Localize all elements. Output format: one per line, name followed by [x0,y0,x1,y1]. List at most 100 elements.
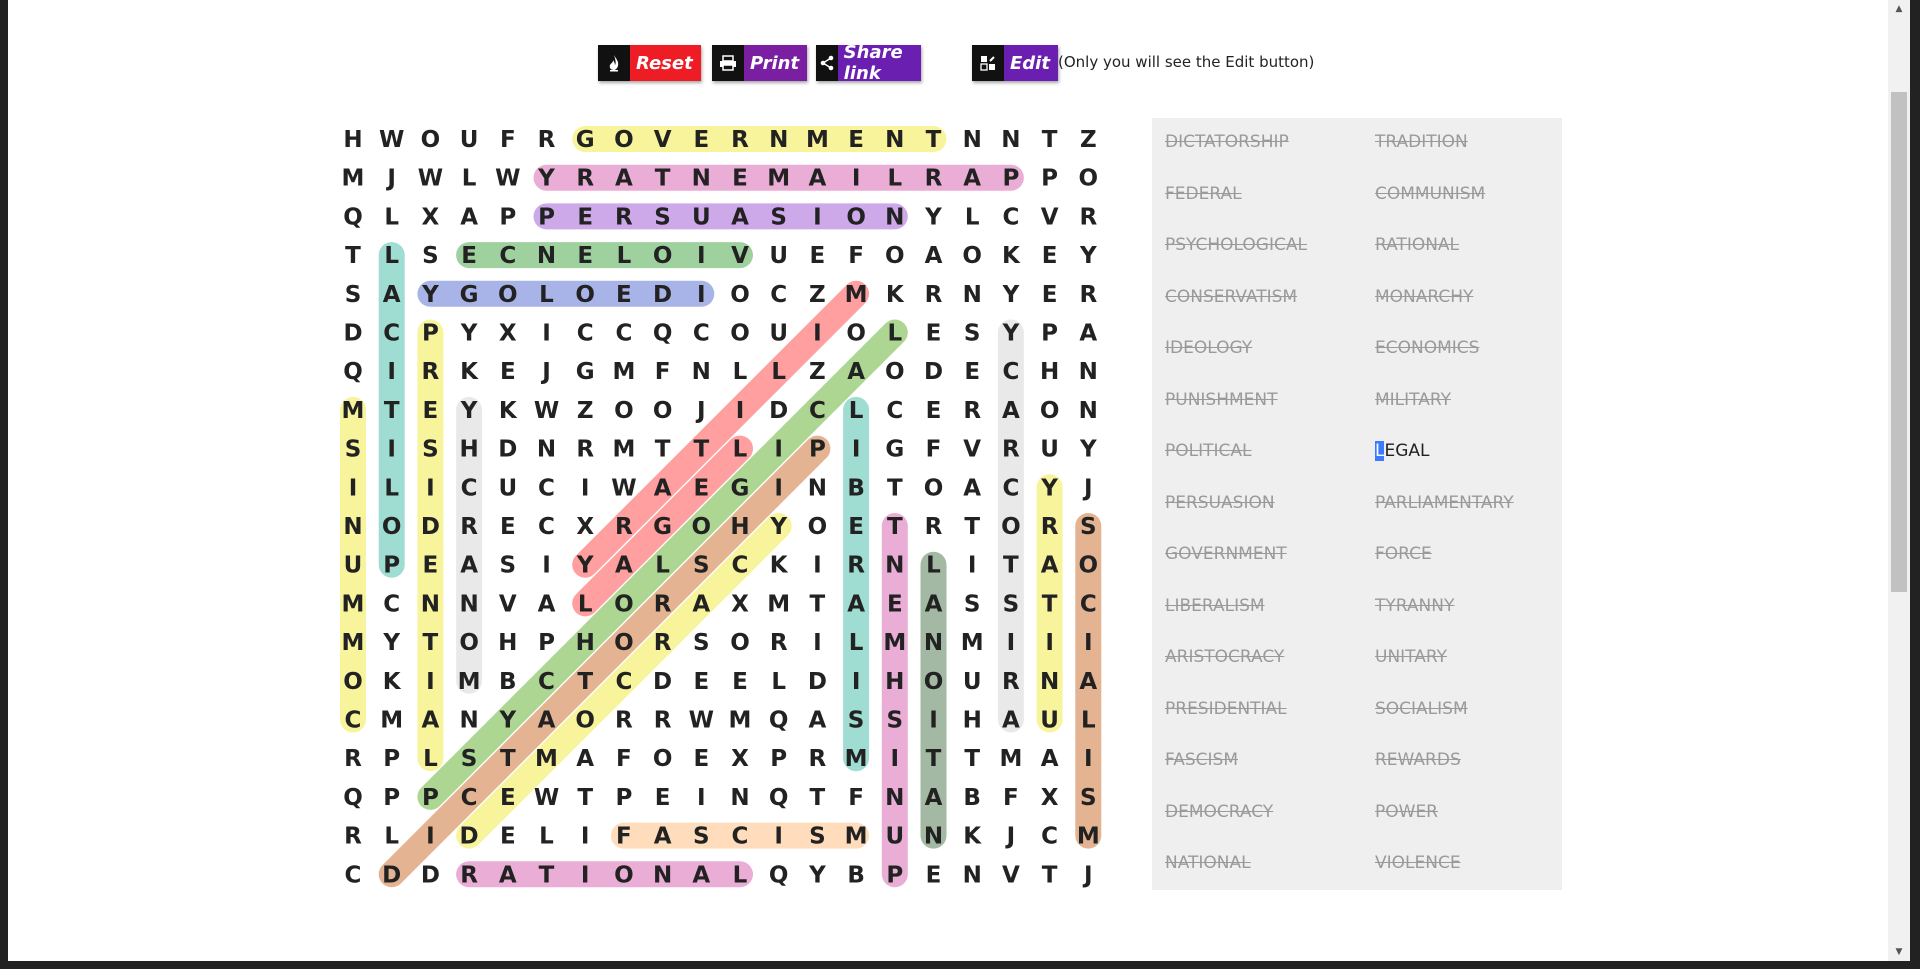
grid-letter[interactable]: E [500,785,516,811]
word-list-item[interactable]: MONARCHY [1375,287,1473,307]
grid-letter[interactable]: N [459,708,478,734]
word-list-item[interactable]: FORCE [1375,544,1432,564]
word-list-item[interactable]: REWARDS [1375,750,1461,770]
grid-letter[interactable]: H [459,437,478,463]
grid-letter[interactable]: A [576,746,594,772]
grid-letter[interactable]: C [732,824,749,850]
grid-letter[interactable]: Y [382,630,400,656]
word-list-item[interactable]: GOVERNMENT [1165,544,1287,564]
grid-letter[interactable]: U [1040,437,1059,463]
grid-letter[interactable]: X [1041,785,1059,811]
grid-letter[interactable]: C [577,321,594,347]
grid-letter[interactable]: T [887,475,903,501]
grid-letter[interactable]: J [385,166,396,192]
grid-letter[interactable]: S [770,204,787,230]
grid-letter[interactable]: E [732,166,748,192]
grid-letter[interactable]: H [730,514,749,540]
grid-letter[interactable]: I [736,398,745,424]
grid-letter[interactable]: J [1082,475,1093,501]
grid-letter[interactable]: L [539,282,554,308]
grid-letter[interactable]: T [887,514,903,540]
grid-letter[interactable]: L [965,204,980,230]
grid-letter[interactable]: W [418,166,443,192]
grid-letter[interactable]: N [343,514,362,540]
grid-letter[interactable]: M [535,746,558,772]
grid-letter[interactable]: V [654,127,672,153]
grid-letter[interactable]: P [383,746,400,772]
grid-letter[interactable]: A [538,591,556,617]
grid-letter[interactable]: E [693,746,709,772]
grid-letter[interactable]: E [887,591,903,617]
grid-letter[interactable]: E [848,514,864,540]
grid-letter[interactable]: C [461,475,478,501]
grid-letter[interactable]: O [614,591,634,617]
grid-letter[interactable]: N [1040,669,1059,695]
grid-letter[interactable]: N [769,127,788,153]
word-list-item[interactable]: FASCISM [1165,750,1238,770]
grid-letter[interactable]: A [615,166,633,192]
grid-letter[interactable]: I [426,475,435,501]
grid-letter[interactable]: M [612,359,635,385]
grid-letter[interactable]: Y [769,514,787,540]
grid-letter[interactable]: T [1042,127,1058,153]
grid-letter[interactable]: A [847,359,865,385]
grid-letter[interactable]: R [654,708,672,734]
grid-letter[interactable]: K [1002,243,1021,269]
word-list-item[interactable]: ECONOMICS [1375,338,1479,358]
grid-letter[interactable]: C [383,591,400,617]
grid-letter[interactable]: R [344,824,362,850]
grid-letter[interactable]: P [615,785,632,811]
grid-letter[interactable]: O [498,282,518,308]
grid-letter[interactable]: R [422,359,440,385]
grid-letter[interactable]: I [774,824,783,850]
grid-letter[interactable]: R [615,204,633,230]
grid-letter[interactable]: S [345,437,362,463]
grid-letter[interactable]: S [1080,785,1097,811]
grid-letter[interactable]: Q [769,708,789,734]
grid-letter[interactable]: O [730,321,750,347]
grid-letter[interactable]: R [1079,282,1097,308]
grid-letter[interactable]: J [540,359,551,385]
grid-letter[interactable]: R [925,166,943,192]
grid-letter[interactable]: E [926,321,942,347]
grid-letter[interactable]: C [1002,359,1019,385]
grid-letter[interactable]: I [891,746,900,772]
grid-letter[interactable]: N [885,127,904,153]
grid-letter[interactable]: E [423,553,439,579]
grid-letter[interactable]: C [615,669,632,695]
word-list-item[interactable]: POLITICAL [1165,441,1252,461]
word-list-item[interactable]: MILITARY [1375,390,1451,410]
grid-letter[interactable]: L [849,398,864,424]
word-list-item[interactable]: COMMUNISM [1375,184,1485,204]
grid-letter[interactable]: D [498,437,517,463]
grid-letter[interactable]: P [422,785,439,811]
grid-letter[interactable]: L [617,243,632,269]
grid-letter[interactable]: S [422,243,439,269]
grid-letter[interactable]: G [576,359,595,385]
grid-letter[interactable]: I [387,437,396,463]
grid-letter[interactable]: G [885,437,904,463]
grid-letter[interactable]: C [693,321,710,347]
grid-letter[interactable]: M [845,824,868,850]
grid-letter[interactable]: T [345,243,361,269]
grid-letter[interactable]: D [653,669,672,695]
grid-letter[interactable]: I [1084,630,1093,656]
grid-letter[interactable]: Q [769,862,789,888]
grid-letter[interactable]: I [426,669,435,695]
grid-letter[interactable]: J [695,398,706,424]
grid-letter[interactable]: I [581,475,590,501]
grid-letter[interactable]: T [926,127,942,153]
grid-letter[interactable]: G [460,282,479,308]
grid-letter[interactable]: P [1041,166,1058,192]
grid-letter[interactable]: I [813,204,822,230]
grid-letter[interactable]: A [1079,321,1097,347]
grid-letter[interactable]: V [963,437,981,463]
grid-letter[interactable]: U [1040,708,1059,734]
grid-letter[interactable]: E [732,669,748,695]
grid-letter[interactable]: O [1079,553,1099,579]
grid-letter[interactable]: S [964,591,981,617]
grid-letter[interactable]: O [382,514,402,540]
grid-letter[interactable]: H [885,669,904,695]
grid-letter[interactable]: S [887,708,904,734]
grid-letter[interactable]: A [654,824,672,850]
